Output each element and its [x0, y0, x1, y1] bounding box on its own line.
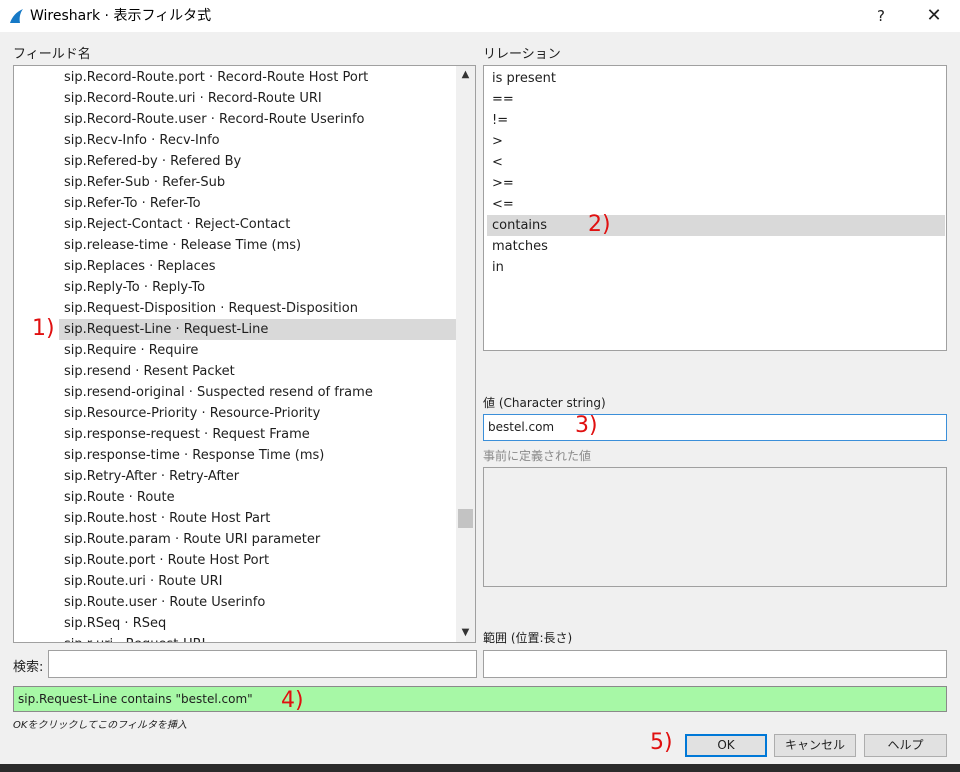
hint-text: OKをクリックしてこのフィルタを挿入 — [13, 720, 187, 731]
title-bar: Wireshark · 表示フィルタ式 ? ✕ — [0, 0, 960, 32]
relation-list-item[interactable]: contains — [487, 215, 945, 236]
field-list-item[interactable]: sip.Recv-Info · Recv-Info — [59, 130, 456, 151]
field-list-item[interactable]: sip.response-time · Response Time (ms) — [59, 445, 456, 466]
predefined-values-label: 事前に定義された値 — [483, 449, 592, 463]
predefined-values-list — [483, 467, 947, 587]
window-title: Wireshark · 表示フィルタ式 — [30, 8, 212, 24]
relation-list[interactable]: is present == != > < >= <= contains matches in — [483, 65, 947, 351]
annotation-1: 1) — [32, 316, 55, 341]
range-label: 範囲 (位置:長さ) — [483, 631, 573, 645]
wireshark-fin-icon — [10, 9, 23, 23]
field-list-item[interactable]: sip.Require · Require — [59, 340, 456, 361]
field-list-item[interactable]: sip.resend-original · Suspected resend o… — [59, 382, 456, 403]
relation-list-item[interactable]: is present — [487, 68, 945, 89]
taskbar-strip — [0, 764, 960, 772]
annotation-4: 4) — [281, 688, 304, 713]
field-list-item[interactable]: sip.Reply-To · Reply-To — [59, 277, 456, 298]
annotation-3: 3) — [575, 413, 598, 438]
field-list-item[interactable]: sip.Refer-To · Refer-To — [59, 193, 456, 214]
filter-expression-display: sip.Request-Line contains "bestel.com" — [13, 686, 947, 712]
field-list-item[interactable]: sip.Route.uri · Route URI — [59, 571, 456, 592]
field-list-item[interactable]: sip.response-request · Request Frame — [59, 424, 456, 445]
field-list-item[interactable]: sip.Replaces · Replaces — [59, 256, 456, 277]
field-name-label: フィールド名 — [13, 47, 91, 62]
field-list-item[interactable]: sip.Reject-Contact · Reject-Contact — [59, 214, 456, 235]
close-icon[interactable]: ✕ — [918, 0, 950, 32]
field-list-item[interactable]: sip.Route.param · Route URI parameter — [59, 529, 456, 550]
field-list-item[interactable]: sip.Retry-After · Retry-After — [59, 466, 456, 487]
field-list-item[interactable]: sip.RSeq · RSeq — [59, 613, 456, 634]
scrollbar-thumb[interactable] — [458, 509, 473, 528]
relation-list-item[interactable]: == — [487, 89, 945, 110]
ok-button[interactable]: OK — [685, 734, 767, 757]
field-list-item[interactable]: sip.Route · Route — [59, 487, 456, 508]
field-list-item[interactable]: sip.Request-Line · Request-Line — [59, 319, 456, 340]
relation-list-item[interactable]: in — [487, 257, 945, 278]
annotation-5: 5) — [650, 730, 673, 755]
relation-label: リレーション — [483, 47, 561, 62]
field-list-item[interactable]: sip.Record-Route.uri · Record-Route URI — [59, 88, 456, 109]
field-list-item[interactable]: sip.Request-Disposition · Request-Dispos… — [59, 298, 456, 319]
field-list-item[interactable]: sip.Route.user · Route Userinfo — [59, 592, 456, 613]
relation-list-item[interactable]: < — [487, 152, 945, 173]
annotation-2: 2) — [588, 212, 611, 237]
field-list-item[interactable]: sip.Route.port · Route Host Port — [59, 550, 456, 571]
field-list-item[interactable]: sip.release-time · Release Time (ms) — [59, 235, 456, 256]
cancel-button[interactable]: キャンセル — [774, 734, 856, 757]
field-list-item[interactable]: sip.resend · Resent Packet — [59, 361, 456, 382]
search-label: 検索: — [13, 660, 44, 675]
field-list-scrollbar[interactable]: ▲ ▼ — [456, 66, 475, 642]
field-list-item[interactable]: sip.Record-Route.user · Record-Route Use… — [59, 109, 456, 130]
relation-list-item[interactable]: <= — [487, 194, 945, 215]
range-input[interactable] — [483, 650, 947, 678]
value-label: 値 (Character string) — [483, 396, 606, 410]
field-list-item[interactable]: sip.r-uri · Request-URI — [59, 634, 456, 642]
field-list[interactable]: sip.Record-Route.port · Record-Route Hos… — [13, 65, 476, 643]
field-list-item[interactable]: sip.Record-Route.port · Record-Route Hos… — [59, 67, 456, 88]
relation-list-item[interactable]: != — [487, 110, 945, 131]
relation-list-item[interactable]: matches — [487, 236, 945, 257]
search-input[interactable] — [48, 650, 477, 678]
relation-list-item[interactable]: >= — [487, 173, 945, 194]
relation-list-item[interactable]: > — [487, 131, 945, 152]
value-input[interactable]: bestel.com — [483, 414, 947, 441]
field-list-item[interactable]: sip.Resource-Priority · Resource-Priorit… — [59, 403, 456, 424]
field-list-item[interactable]: sip.Refered-by · Refered By — [59, 151, 456, 172]
help-button[interactable]: ヘルプ — [864, 734, 947, 757]
scroll-down-icon[interactable]: ▼ — [456, 624, 475, 642]
field-list-item[interactable]: sip.Refer-Sub · Refer-Sub — [59, 172, 456, 193]
field-list-item[interactable]: sip.Route.host · Route Host Part — [59, 508, 456, 529]
scroll-up-icon[interactable]: ▲ — [456, 66, 475, 84]
help-icon[interactable]: ? — [870, 0, 892, 32]
